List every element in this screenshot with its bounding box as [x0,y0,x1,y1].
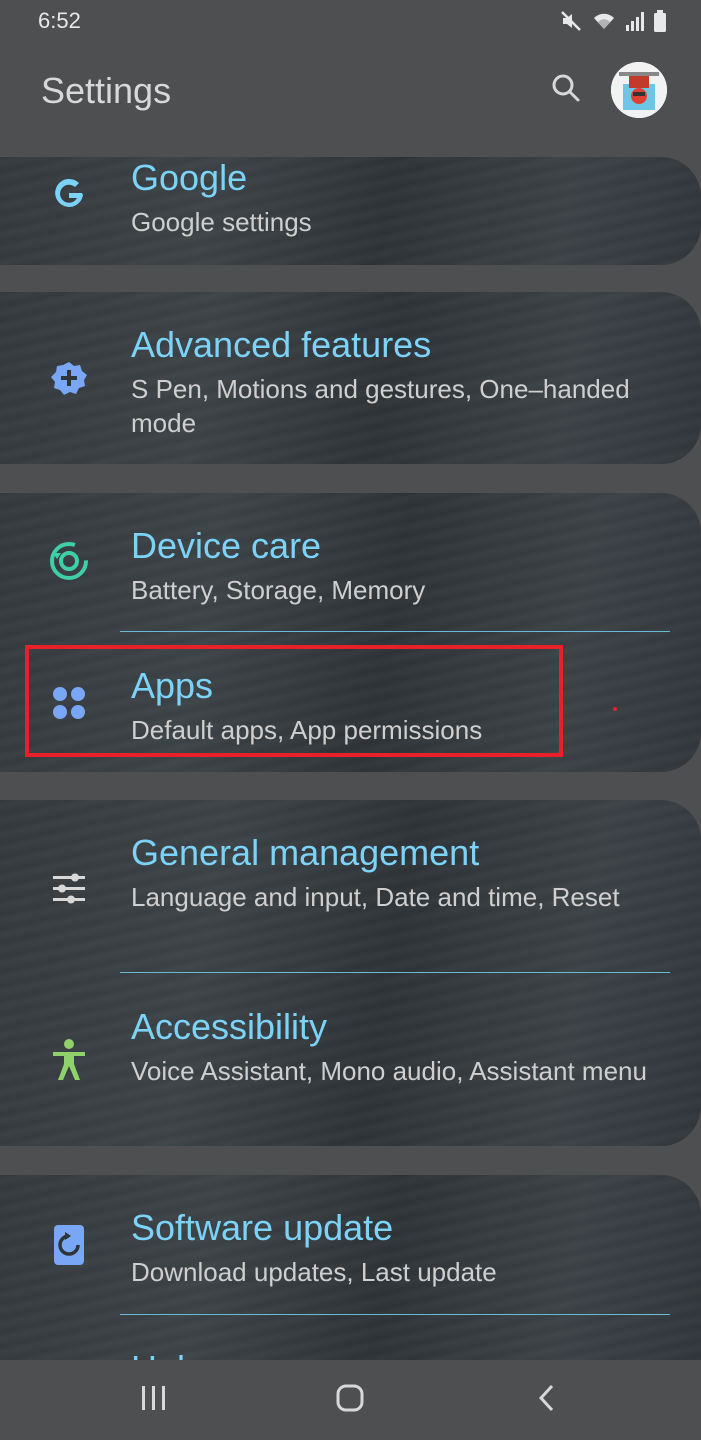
sliders-icon [45,864,93,912]
home-icon [335,1383,365,1418]
item-subtitle: Battery, Storage, Memory [131,575,426,605]
search-button[interactable] [546,70,586,110]
settings-item-device-care[interactable]: Device care Battery, Storage, Memory [0,493,701,632]
app-header: Settings [0,56,701,126]
item-subtitle: Voice Assistant, Mono audio, Assistant m… [131,1056,647,1086]
settings-item-general-management[interactable]: General management Language and input, D… [0,800,701,972]
gear-plus-icon [45,354,93,402]
google-icon [45,171,93,219]
avatar[interactable] [611,62,667,118]
back-icon [534,1383,558,1418]
recents-button[interactable] [132,1380,176,1420]
item-title: Help [131,1348,205,1360]
tap-marker [613,707,617,711]
item-subtitle: Language and input, Date and time, Reset [131,882,620,912]
divider [120,1314,670,1315]
item-title: Google [131,157,248,198]
item-title: Advanced features [131,324,432,365]
status-icons [559,8,667,34]
battery-icon [653,9,667,33]
divider [120,631,670,632]
navigation-bar [0,1360,701,1440]
page-title: Settings [41,70,172,111]
item-title: Accessibility [131,1006,328,1047]
item-subtitle: Google settings [131,207,312,237]
home-button[interactable] [328,1380,372,1420]
item-title: Device care [131,525,322,566]
item-title: General management [131,832,480,873]
status-bar: 6:52 [0,0,701,44]
mute-icon [559,9,583,33]
item-subtitle: Download updates, Last update [131,1257,497,1287]
accessibility-icon [45,1036,93,1084]
highlight-box [25,645,563,757]
item-title: Software update [131,1207,394,1248]
card-software-help: Software update Download updates, Last u… [0,1175,701,1360]
signal-icon [625,10,645,32]
settings-item-advanced-features[interactable]: Advanced features S Pen, Motions and ges… [0,292,701,464]
item-subtitle: S Pen, Motions and gestures, One–handed … [131,374,630,438]
card-google: Google Google settings [0,157,701,265]
recents-icon [139,1384,169,1417]
wifi-icon [591,9,617,33]
search-icon [550,72,582,109]
settings-item-software-update[interactable]: Software update Download updates, Last u… [0,1175,701,1314]
divider [120,972,670,973]
settings-item-google[interactable]: Google Google settings [0,157,701,265]
back-button[interactable] [524,1380,568,1420]
card-general-accessibility: General management Language and input, D… [0,800,701,1146]
card-advanced-features: Advanced features S Pen, Motions and ges… [0,292,701,464]
software-update-icon [45,1221,93,1269]
settings-item-help[interactable]: Help [0,1316,701,1360]
device-care-icon [45,537,93,585]
settings-item-accessibility[interactable]: Accessibility Voice Assistant, Mono audi… [0,974,701,1146]
status-time: 6:52 [38,8,81,33]
